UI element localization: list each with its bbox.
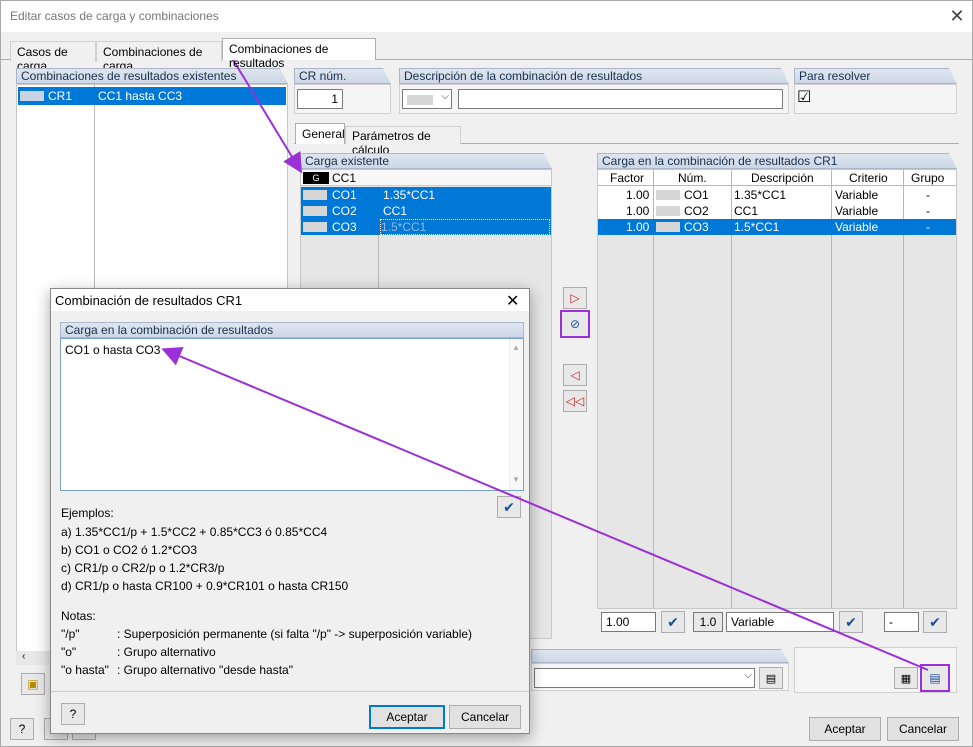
tab-general[interactable]: General [295,123,345,144]
tab-combinaciones-de-resultados[interactable]: Combinaciones de resultados [222,38,376,70]
annotation-arrows [161,57,929,671]
arrow-tab-to-list [231,57,303,174]
arrow-details-to-dialog [161,346,929,671]
